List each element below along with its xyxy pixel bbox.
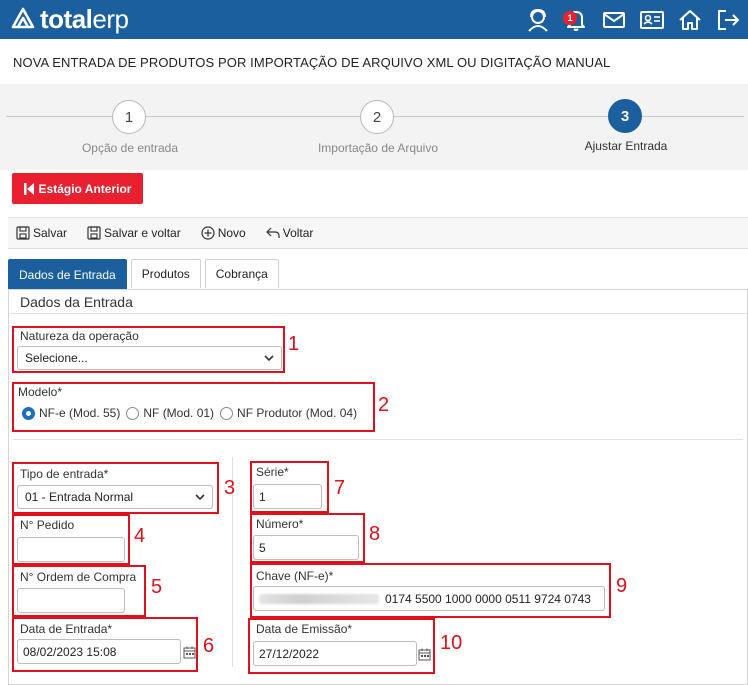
user-support-icon[interactable] xyxy=(523,5,552,34)
tab-produtos[interactable]: Produtos xyxy=(130,259,201,288)
step-2-label: Importação de Arquivo xyxy=(317,141,439,155)
form-toolbar: Salvar Salvar e voltar Novo Voltar xyxy=(8,217,748,249)
mail-icon[interactable] xyxy=(599,5,628,34)
notifications-button[interactable]: 1 xyxy=(561,5,590,34)
annotation-box-9 xyxy=(250,563,611,618)
annotation-number-1: 1 xyxy=(288,333,300,355)
annotation-box-6 xyxy=(12,617,198,672)
floppy-disk-icon xyxy=(87,226,101,240)
annotation-number-4: 4 xyxy=(134,525,146,547)
annotation-number-10: 10 xyxy=(440,632,463,654)
save-button[interactable]: Salvar xyxy=(16,226,67,240)
plus-circle-icon xyxy=(201,226,215,240)
tab-cobranca[interactable]: Cobrança xyxy=(204,259,279,288)
home-icon[interactable] xyxy=(675,5,704,34)
notification-badge: 1 xyxy=(563,11,577,25)
annotation-number-7: 7 xyxy=(334,477,346,499)
brand-logo[interactable]: totalerp xyxy=(10,4,129,35)
step-3-circle[interactable]: 3 xyxy=(608,99,642,133)
save-and-back-button[interactable]: Salvar e voltar xyxy=(87,226,181,240)
id-card-icon[interactable] xyxy=(637,5,666,34)
annotation-number-5: 5 xyxy=(151,576,163,598)
step-1-circle[interactable]: 1 xyxy=(112,100,146,134)
brand-name: totalerp xyxy=(40,4,129,34)
previous-stage-button[interactable]: Estágio Anterior xyxy=(12,173,143,204)
annotation-box-1 xyxy=(12,326,285,373)
annotation-box-10 xyxy=(248,618,435,674)
form-divider xyxy=(13,439,743,440)
annotation-box-7 xyxy=(250,461,329,513)
annotation-box-3 xyxy=(12,462,219,514)
logout-icon[interactable] xyxy=(713,5,742,34)
annotation-box-5 xyxy=(12,565,146,617)
logo-icon xyxy=(11,7,35,28)
section-title: Dados da Entrada xyxy=(20,294,133,310)
annotation-box-2 xyxy=(12,382,375,432)
skip-back-icon xyxy=(23,182,34,195)
back-button[interactable]: Voltar xyxy=(265,226,313,240)
floppy-disk-icon xyxy=(16,226,30,240)
undo-arrow-icon xyxy=(265,227,280,238)
annotation-box-8 xyxy=(250,513,365,563)
step-1-label: Opção de entrada xyxy=(81,141,179,155)
step-3-label: Ajustar Entrada xyxy=(584,139,668,153)
tab-dados-entrada[interactable]: Dados de Entrada xyxy=(8,259,127,289)
annotation-number-3: 3 xyxy=(224,477,236,499)
page-title: NOVA ENTRADA DE PRODUTOS POR IMPORTAÇÃO … xyxy=(13,55,611,70)
annotation-box-4 xyxy=(12,514,130,565)
section-divider xyxy=(10,313,747,314)
step-2-circle[interactable]: 2 xyxy=(360,100,394,134)
tab-bar: Dados de Entrada Produtos Cobrança xyxy=(8,259,279,289)
annotation-number-9: 9 xyxy=(616,575,628,597)
annotation-number-6: 6 xyxy=(203,635,215,657)
annotation-number-8: 8 xyxy=(369,523,381,545)
new-button[interactable]: Novo xyxy=(201,226,246,240)
annotation-number-2: 2 xyxy=(378,394,390,416)
top-navbar: totalerp 1 xyxy=(0,0,748,39)
